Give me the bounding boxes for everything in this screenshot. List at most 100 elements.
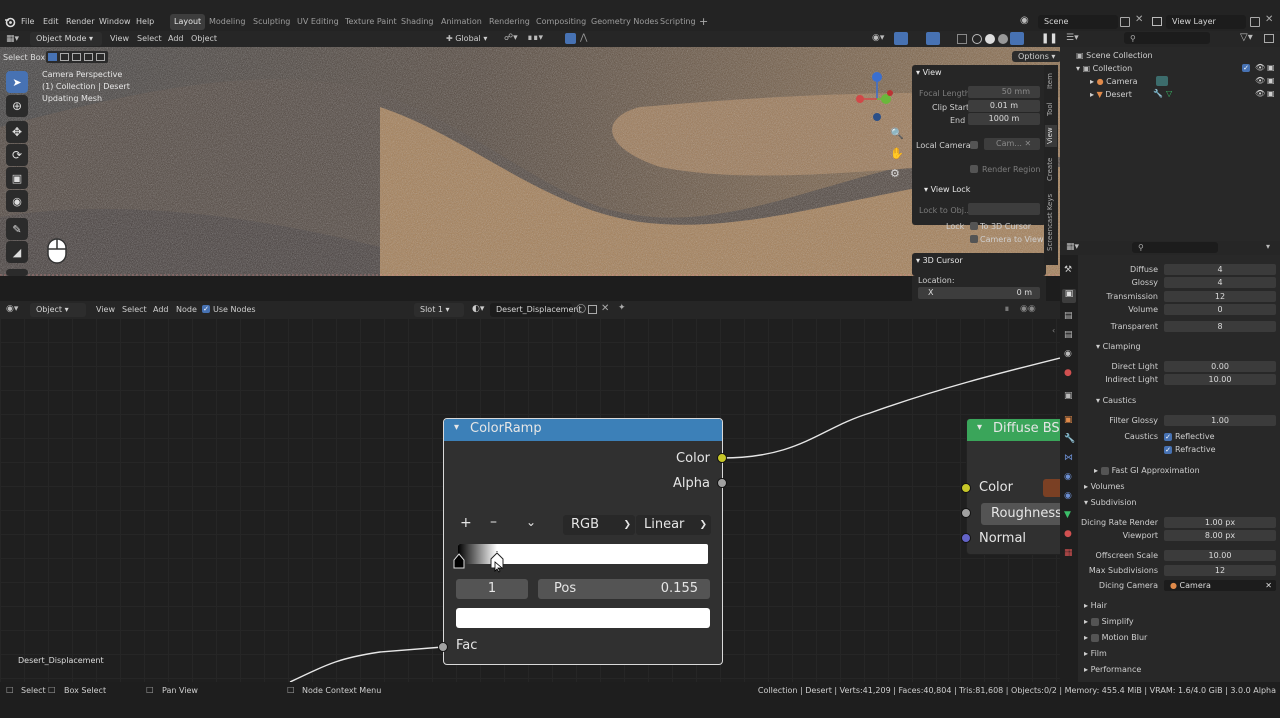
viewport-dicing-field[interactable]: 8.00 px: [1164, 530, 1276, 541]
colorramp-node[interactable]: ▾ ColorRamp Color Alpha + – ⌄ RGB ❯ Linea…: [443, 418, 723, 665]
data-tab-icon[interactable]: ▼: [1064, 510, 1071, 520]
film-panel-header[interactable]: ▸ Film: [1084, 649, 1107, 658]
desert-visibility-icon[interactable]: 👁: [1255, 89, 1265, 98]
offscreen-scale-field[interactable]: 10.00: [1164, 550, 1276, 561]
add-workspace-icon[interactable]: +: [699, 15, 708, 28]
editor-separator[interactable]: [0, 276, 912, 301]
menu-window[interactable]: Window: [99, 15, 131, 29]
reflective-option[interactable]: ✓ Reflective: [1164, 432, 1215, 441]
new-collection-icon[interactable]: [1264, 34, 1274, 43]
xray-icon[interactable]: [957, 34, 967, 44]
clear-camera-icon[interactable]: ✕: [1265, 580, 1272, 591]
duplicate-material-icon[interactable]: [588, 305, 597, 314]
mode-invert-icon[interactable]: [84, 53, 93, 61]
expand-icon[interactable]: ▾: [1076, 64, 1080, 73]
output-alpha-socket[interactable]: [717, 478, 727, 488]
sidebar-toggle-icon[interactable]: ‹: [1052, 326, 1055, 335]
overlay-toggle-icon[interactable]: [926, 32, 940, 45]
snap-icon[interactable]: ∎∎▾: [527, 33, 543, 43]
transform-tool-button[interactable]: ◉: [6, 190, 28, 212]
remove-stop-button[interactable]: –: [490, 514, 497, 530]
tab-animation[interactable]: Animation: [437, 14, 486, 30]
volume-bounces-field[interactable]: 0: [1164, 304, 1276, 315]
clear-icon[interactable]: ✕: [1024, 139, 1031, 148]
shading-material-icon[interactable]: [998, 34, 1008, 44]
options-dropdown[interactable]: Options ▾: [1012, 51, 1060, 62]
output-tab-icon[interactable]: ▤: [1064, 311, 1073, 321]
color-mode-dropdown[interactable]: RGB ❯: [563, 515, 635, 535]
select-mode-icons[interactable]: [46, 51, 108, 63]
refractive-option[interactable]: ✓ Refractive: [1164, 445, 1216, 454]
tab-create[interactable]: Create: [1045, 155, 1057, 183]
shading-rendered-icon[interactable]: [1010, 32, 1024, 45]
view-layer-icon[interactable]: [1152, 17, 1162, 26]
interpolation-dropdown[interactable]: Linear ❯: [636, 515, 711, 535]
editor-type-icon[interactable]: ▦▾: [6, 34, 22, 44]
desert-render-icon[interactable]: ▣: [1267, 89, 1275, 98]
modifier-icon[interactable]: 🔧: [1153, 89, 1163, 98]
outliner-desert[interactable]: ▸ ▼ Desert: [1090, 90, 1132, 99]
add-cube-tool-button[interactable]: [6, 269, 28, 276]
stop-color-swatch[interactable]: [456, 608, 710, 628]
diffuse-roughness-socket[interactable]: [961, 508, 971, 518]
filter-icon[interactable]: ▽▾: [1240, 32, 1253, 43]
node-menu-add[interactable]: Add: [153, 305, 169, 314]
mode-new-icon[interactable]: [48, 53, 57, 61]
shading-wireframe-icon[interactable]: [972, 34, 982, 44]
scale-tool-button[interactable]: ▣: [6, 167, 28, 189]
tab-geometry-nodes[interactable]: Geometry Nodes: [587, 14, 662, 30]
collection-tab-icon[interactable]: ▣: [1064, 391, 1073, 401]
delete-scene-icon[interactable]: ✕: [1135, 14, 1143, 25]
tab-rendering[interactable]: Rendering: [485, 14, 534, 30]
pin-icon[interactable]: ✦: [618, 303, 626, 313]
gizmo-toggle-icon[interactable]: [894, 32, 908, 45]
expand-icon[interactable]: ▸: [1090, 90, 1094, 99]
tab-texture-paint[interactable]: Texture Paint: [341, 14, 401, 30]
glossy-bounces-field[interactable]: 4: [1164, 277, 1276, 288]
outliner-search[interactable]: ⚲: [1124, 32, 1210, 44]
tab-view[interactable]: View: [1045, 125, 1057, 147]
tab-screencast-keys[interactable]: Screencast Keys: [1045, 191, 1057, 253]
view-lock-title[interactable]: ▾ View Lock: [924, 185, 970, 194]
orientation-dropdown[interactable]: ✚ Global ▾: [446, 34, 487, 43]
tab-sculpting[interactable]: Sculpting: [249, 14, 294, 30]
new-scene-icon[interactable]: [1120, 17, 1130, 27]
lock-to-object-field[interactable]: [968, 203, 1040, 215]
volumes-panel-header[interactable]: ▸ Volumes: [1084, 482, 1124, 491]
diffuse-color-socket[interactable]: [961, 483, 971, 493]
reflective-checkbox[interactable]: ✓: [1164, 432, 1172, 441]
cursor-tool-button[interactable]: ⊕: [6, 95, 28, 117]
add-stop-button[interactable]: +: [460, 515, 472, 531]
ramp-menu-button[interactable]: ⌄: [526, 515, 536, 529]
navigation-gizmo[interactable]: [852, 69, 902, 129]
subdivision-panel-header[interactable]: ▾ Subdivision: [1084, 498, 1136, 507]
tab-uv-editing[interactable]: UV Editing: [293, 14, 343, 30]
camera-to-view-checkbox[interactable]: [970, 235, 978, 243]
transmission-bounces-field[interactable]: 12: [1164, 291, 1276, 302]
direct-light-field[interactable]: 0.00: [1164, 361, 1276, 372]
render-region-checkbox[interactable]: [970, 165, 978, 173]
mode-intersect-icon[interactable]: [96, 53, 105, 61]
snap-node-icon[interactable]: ∎: [1004, 304, 1010, 314]
tab-shading[interactable]: Shading: [397, 14, 438, 30]
falloff-icon[interactable]: ⋀: [580, 33, 587, 43]
slot-dropdown[interactable]: Slot 1 ▾: [414, 303, 464, 317]
material-field[interactable]: Desert_Displacement: [490, 303, 582, 317]
constraints-tab-icon[interactable]: ◉: [1064, 491, 1072, 501]
fast-gi-panel-header[interactable]: ▸ Fast GI Approximation: [1094, 466, 1200, 475]
measure-tool-button[interactable]: ◢: [6, 241, 28, 263]
move-tool-button[interactable]: ✥: [6, 121, 28, 143]
outliner-scene-collection[interactable]: ▣ Scene Collection: [1076, 51, 1153, 60]
menu-file[interactable]: File: [21, 15, 34, 29]
node-editor[interactable]: ▾ ColorRamp Color Alpha + – ⌄ RGB ❯ Linea…: [0, 318, 1060, 682]
max-subdivisions-field[interactable]: 12: [1164, 565, 1276, 576]
menu-render[interactable]: Render: [66, 15, 94, 29]
stop-position-field[interactable]: Pos 0.155: [538, 579, 710, 599]
render-tab-icon[interactable]: ▣: [1062, 289, 1076, 303]
stop-index-field[interactable]: 1: [456, 579, 528, 599]
scene-tab-icon[interactable]: ◉: [1064, 349, 1072, 359]
menu-edit[interactable]: Edit: [43, 15, 59, 29]
scene-icon[interactable]: ◉: [1020, 15, 1034, 29]
color-stop-0[interactable]: [453, 552, 465, 570]
overlay-node-icon[interactable]: ◉◉: [1020, 304, 1036, 314]
